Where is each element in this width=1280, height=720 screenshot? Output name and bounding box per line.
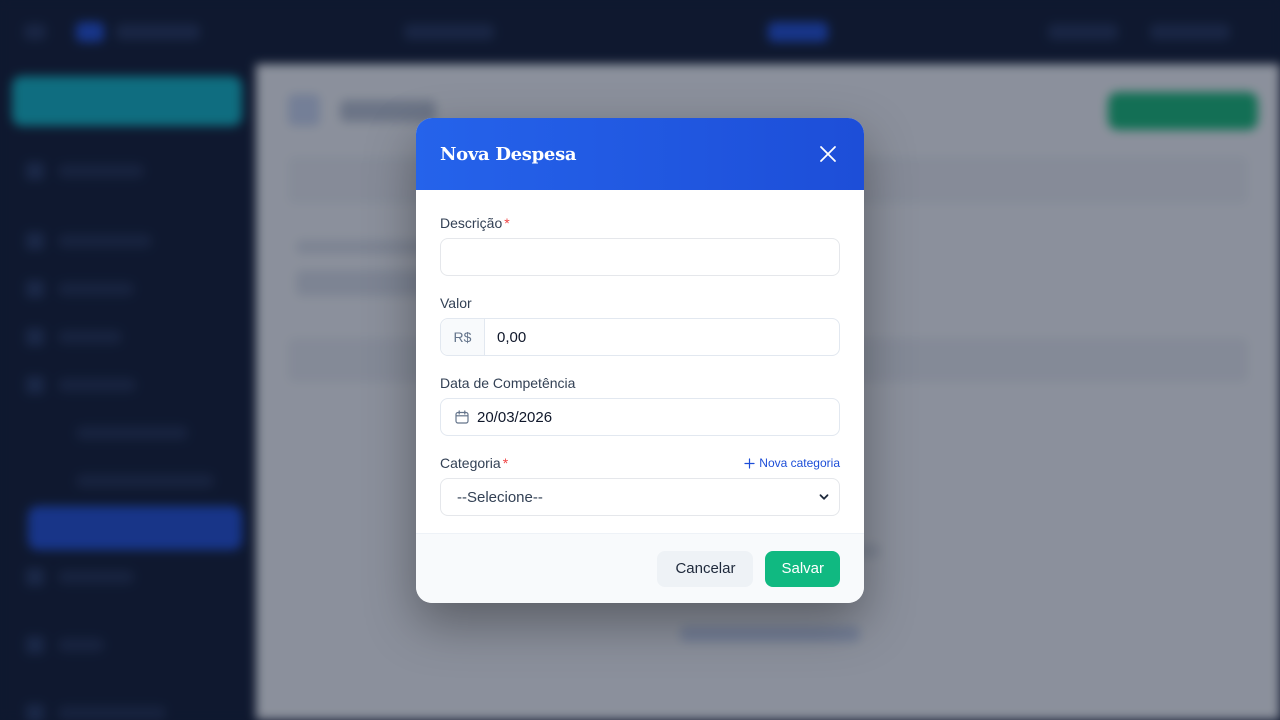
new-category-label: Nova categoria (759, 456, 840, 470)
plus-icon (744, 457, 755, 469)
calendar-icon (455, 410, 469, 424)
required-mark: * (502, 455, 509, 471)
categoria-field: Categoria * Nova categoria --Selecione-- (440, 454, 840, 516)
currency-prefix: R$ (441, 319, 485, 355)
close-icon (820, 146, 836, 162)
valor-input[interactable]: R$ 0,00 (440, 318, 840, 356)
descricao-input[interactable] (440, 238, 840, 276)
valor-value: 0,00 (497, 328, 527, 346)
modal-header: Nova Despesa (416, 118, 864, 190)
save-button[interactable]: Salvar (765, 550, 840, 587)
descricao-label: Descrição * (440, 215, 510, 231)
data-field: Data de Competência 20/03/2026 (440, 374, 840, 436)
modal-title: Nova Despesa (440, 143, 577, 165)
new-expense-modal: Nova Despesa Descrição * Valor R$ 0,00 D… (416, 118, 864, 603)
modal-footer: Cancelar Salvar (416, 533, 864, 603)
categoria-label: Categoria * (440, 455, 509, 471)
valor-label: Valor (440, 295, 472, 311)
chevron-down-icon (819, 494, 829, 500)
new-category-link[interactable]: Nova categoria (744, 456, 840, 470)
categoria-select[interactable]: --Selecione-- (440, 478, 840, 516)
categoria-selected: --Selecione-- (457, 488, 543, 506)
required-mark: * (504, 215, 510, 231)
date-value: 20/03/2026 (477, 408, 553, 426)
modal-body: Descrição * Valor R$ 0,00 Data de Competê… (416, 190, 864, 533)
data-label: Data de Competência (440, 375, 576, 391)
cancel-button[interactable]: Cancelar (657, 550, 754, 587)
close-button[interactable] (816, 142, 840, 166)
valor-field: Valor R$ 0,00 (440, 294, 840, 356)
descricao-field: Descrição * (440, 214, 840, 276)
date-input[interactable]: 20/03/2026 (440, 398, 840, 436)
